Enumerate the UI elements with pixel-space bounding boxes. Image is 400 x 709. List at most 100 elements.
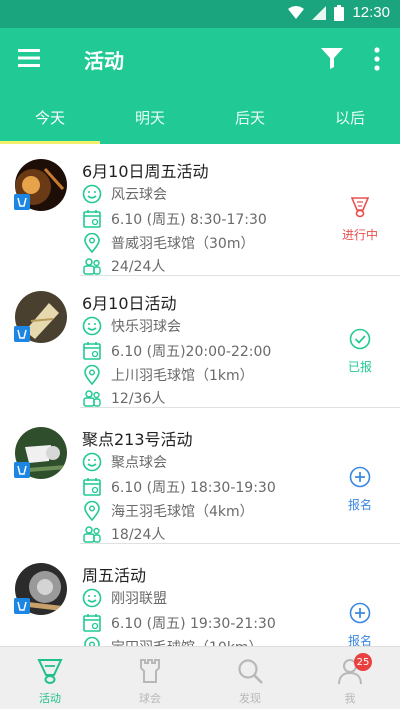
participant-count: 18/24人 — [111, 527, 166, 543]
status-label: 已报 — [347, 360, 372, 374]
people-icon — [83, 390, 101, 407]
activity-time: 6.10 (周五) 19:30-21:30 — [111, 616, 276, 632]
activity-card[interactable]: 6月10日周五活动 风云球会 6.10 (周五) 8:30-17:30 普威羽毛… — [0, 144, 400, 276]
activity-time: 6.10 (周五) 8:30-17:30 — [111, 212, 267, 228]
time-row: 6.10 (周五) 18:30-19:30 — [82, 477, 276, 497]
activity-time: 6.10 (周五)20:00-22:00 — [111, 344, 272, 360]
tower-icon — [140, 659, 160, 683]
participant-count: 24/24人 — [111, 259, 166, 275]
calendar-icon — [83, 342, 101, 360]
activity-card[interactable]: 周五活动 刚羽联盟 6.10 (周五) 19:30-21:30 宝田羽毛球馆（1… — [0, 548, 400, 646]
bottom-nav: 活动 球会 发现 25 我 — [0, 646, 400, 709]
notification-badge: 25 — [354, 653, 372, 671]
location-pin-icon — [84, 637, 100, 646]
smiley-icon — [82, 316, 102, 336]
calendar-icon — [83, 478, 101, 496]
app-bar: 活动 — [0, 28, 400, 90]
verified-badge-icon — [14, 326, 30, 342]
register-button[interactable]: 报名 — [336, 602, 384, 646]
calendar-icon — [83, 614, 101, 632]
people-row: 18/24人 — [82, 524, 165, 544]
signal-icon — [312, 5, 327, 20]
status-in-progress[interactable]: 进行中 — [336, 196, 384, 243]
nav-label: 活动 — [39, 692, 61, 705]
calendar-icon — [83, 210, 101, 228]
tab-tomorrow[interactable]: 明天 — [100, 90, 200, 144]
shuttlecock-icon — [37, 659, 63, 684]
plus-circle-icon — [349, 466, 371, 488]
time-row: 6.10 (周五) 19:30-21:30 — [82, 613, 276, 633]
time-row: 6.10 (周五)20:00-22:00 — [82, 341, 271, 361]
location-pin-icon — [84, 233, 100, 253]
people-icon — [83, 258, 101, 275]
status-label: 进行中 — [341, 228, 378, 242]
venue-row: 宝田羽毛球馆（10km） — [82, 637, 263, 646]
activity-time: 6.10 (周五) 18:30-19:30 — [111, 480, 276, 496]
nav-me[interactable]: 25 我 — [300, 647, 400, 709]
smiley-icon — [82, 184, 102, 204]
venue-name: 海王羽毛球馆（4km） — [111, 504, 254, 520]
nav-label: 发现 — [239, 692, 261, 705]
location-pin-icon — [84, 365, 100, 385]
club-name: 风云球会 — [111, 187, 167, 203]
activity-card[interactable]: 聚点213号活动 聚点球会 6.10 (周五) 18:30-19:30 海王羽毛… — [0, 412, 400, 544]
location-pin-icon — [84, 501, 100, 521]
status-label: 报名 — [347, 634, 372, 646]
activity-title: 6月10日周五活动 — [82, 162, 209, 181]
club-name: 刚羽联盟 — [111, 591, 167, 607]
participant-count: 12/36人 — [111, 391, 166, 407]
verified-badge-icon — [14, 462, 30, 478]
venue-row: 上川羽毛球馆（1km） — [82, 365, 254, 385]
divider — [80, 407, 400, 408]
people-icon — [83, 526, 101, 543]
smiley-icon — [82, 452, 102, 472]
club-row: 风云球会 — [82, 184, 167, 204]
smiley-icon — [82, 588, 102, 608]
tab-day-after[interactable]: 后天 — [200, 90, 300, 144]
activity-card[interactable]: 6月10日活动 快乐羽球会 6.10 (周五)20:00-22:00 上川羽毛球… — [0, 276, 400, 408]
hamburger-menu-icon[interactable] — [18, 48, 40, 68]
search-icon — [238, 659, 263, 684]
time-row: 6.10 (周五) 8:30-17:30 — [82, 209, 267, 229]
nav-clubs[interactable]: 球会 — [100, 647, 200, 709]
club-name: 快乐羽球会 — [111, 319, 181, 335]
venue-row: 海王羽毛球馆（4km） — [82, 501, 254, 521]
wifi-icon — [288, 5, 305, 19]
register-button[interactable]: 报名 — [336, 466, 384, 513]
club-row: 刚羽联盟 — [82, 588, 167, 608]
nav-label: 球会 — [139, 692, 161, 705]
club-row: 快乐羽球会 — [82, 316, 181, 336]
people-row: 24/24人 — [82, 256, 165, 276]
activity-title: 周五活动 — [82, 566, 147, 585]
nav-activities[interactable]: 活动 — [0, 647, 100, 709]
people-row: 12/36人 — [82, 388, 165, 408]
club-name: 聚点球会 — [111, 455, 167, 471]
check-circle-icon — [349, 328, 371, 350]
tab-later[interactable]: 以后 — [300, 90, 400, 144]
more-vert-icon[interactable] — [370, 46, 384, 72]
nav-label: 我 — [344, 692, 356, 705]
venue-name: 普威羽毛球馆（30m） — [111, 236, 255, 252]
plus-circle-icon — [349, 602, 371, 624]
venue-name: 上川羽毛球馆（1km） — [111, 368, 254, 384]
page-title: 活动 — [84, 49, 124, 73]
activity-list: 6月10日周五活动 风云球会 6.10 (周五) 8:30-17:30 普威羽毛… — [0, 144, 400, 646]
status-bar: 12:30 — [0, 0, 400, 28]
nav-discover[interactable]: 发现 — [200, 647, 300, 709]
filter-icon[interactable] — [320, 46, 344, 70]
clock: 12:30 — [352, 4, 390, 21]
verified-badge-icon — [14, 598, 30, 614]
verified-badge-icon — [14, 194, 30, 210]
activity-title: 6月10日活动 — [82, 294, 177, 313]
venue-name: 宝田羽毛球馆（10km） — [111, 637, 263, 646]
venue-row: 普威羽毛球馆（30m） — [82, 233, 254, 253]
day-tabs: 今天 明天 后天 以后 — [0, 90, 400, 144]
shuttlecock-icon — [350, 197, 370, 218]
tab-today[interactable]: 今天 — [0, 90, 100, 144]
battery-icon — [334, 4, 345, 21]
divider — [80, 543, 400, 544]
activity-title: 聚点213号活动 — [82, 430, 193, 449]
status-registered[interactable]: 已报 — [336, 328, 384, 375]
club-row: 聚点球会 — [82, 452, 167, 472]
status-label: 报名 — [347, 498, 372, 512]
